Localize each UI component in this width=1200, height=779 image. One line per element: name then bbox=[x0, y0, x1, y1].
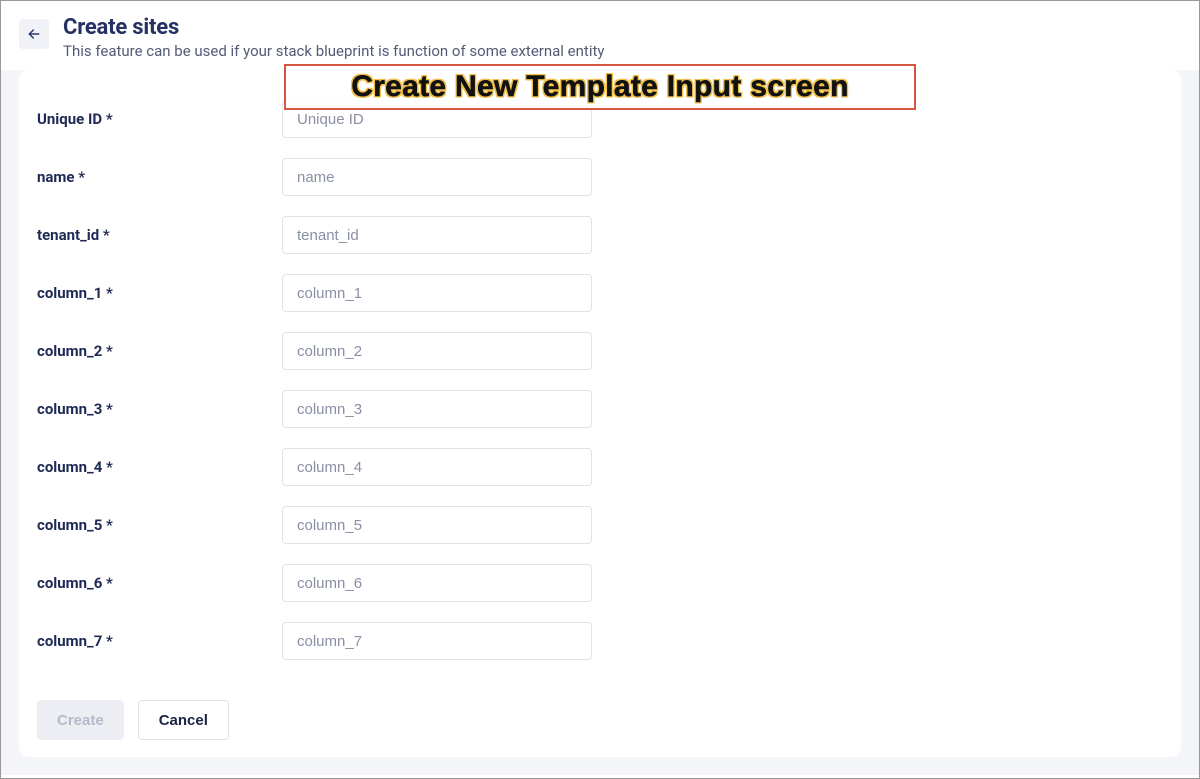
column-6-input[interactable] bbox=[282, 564, 592, 602]
field-label: column_5 * bbox=[37, 516, 282, 534]
field-row-name: name * bbox=[37, 158, 1163, 196]
field-label: column_4 * bbox=[37, 458, 282, 476]
column-7-input[interactable] bbox=[282, 622, 592, 660]
app-frame: Create sites This feature can be used if… bbox=[0, 0, 1200, 779]
form-card: Unique ID * name * tenant_id * column_1 … bbox=[19, 70, 1181, 757]
field-row-column-2: column_2 * bbox=[37, 332, 1163, 370]
annotation-text: Create New Template Input screen bbox=[351, 70, 849, 104]
form-body: Unique ID * name * tenant_id * column_1 … bbox=[37, 100, 1163, 680]
arrow-left-icon bbox=[26, 26, 42, 42]
create-button[interactable]: Create bbox=[37, 700, 124, 740]
field-row-column-3: column_3 * bbox=[37, 390, 1163, 428]
page-header: Create sites This feature can be used if… bbox=[1, 1, 1199, 70]
annotation-callout: Create New Template Input screen bbox=[284, 64, 916, 110]
field-row-tenant-id: tenant_id * bbox=[37, 216, 1163, 254]
field-row-column-7: column_7 * bbox=[37, 622, 1163, 660]
field-row-column-1: column_1 * bbox=[37, 274, 1163, 312]
field-label: Unique ID * bbox=[37, 110, 282, 128]
content-background: Unique ID * name * tenant_id * column_1 … bbox=[1, 70, 1199, 775]
field-label: tenant_id * bbox=[37, 226, 282, 244]
field-label: column_6 * bbox=[37, 574, 282, 592]
field-row-column-4: column_4 * bbox=[37, 448, 1163, 486]
field-label: column_1 * bbox=[37, 284, 282, 302]
column-2-input[interactable] bbox=[282, 332, 592, 370]
field-row-column-6: column_6 * bbox=[37, 564, 1163, 602]
column-1-input[interactable] bbox=[282, 274, 592, 312]
field-label: name * bbox=[37, 168, 282, 186]
name-input[interactable] bbox=[282, 158, 592, 196]
field-label: column_3 * bbox=[37, 400, 282, 418]
column-4-input[interactable] bbox=[282, 448, 592, 486]
back-button[interactable] bbox=[19, 19, 49, 49]
field-label: column_7 * bbox=[37, 632, 282, 650]
cancel-button[interactable]: Cancel bbox=[138, 700, 229, 740]
page-subtitle: This feature can be used if your stack b… bbox=[63, 42, 604, 60]
page-title: Create sites bbox=[63, 15, 604, 40]
field-label: column_2 * bbox=[37, 342, 282, 360]
field-row-column-5: column_5 * bbox=[37, 506, 1163, 544]
tenant-id-input[interactable] bbox=[282, 216, 592, 254]
form-actions: Create Cancel bbox=[37, 700, 1163, 740]
header-text: Create sites This feature can be used if… bbox=[63, 15, 604, 60]
column-5-input[interactable] bbox=[282, 506, 592, 544]
column-3-input[interactable] bbox=[282, 390, 592, 428]
